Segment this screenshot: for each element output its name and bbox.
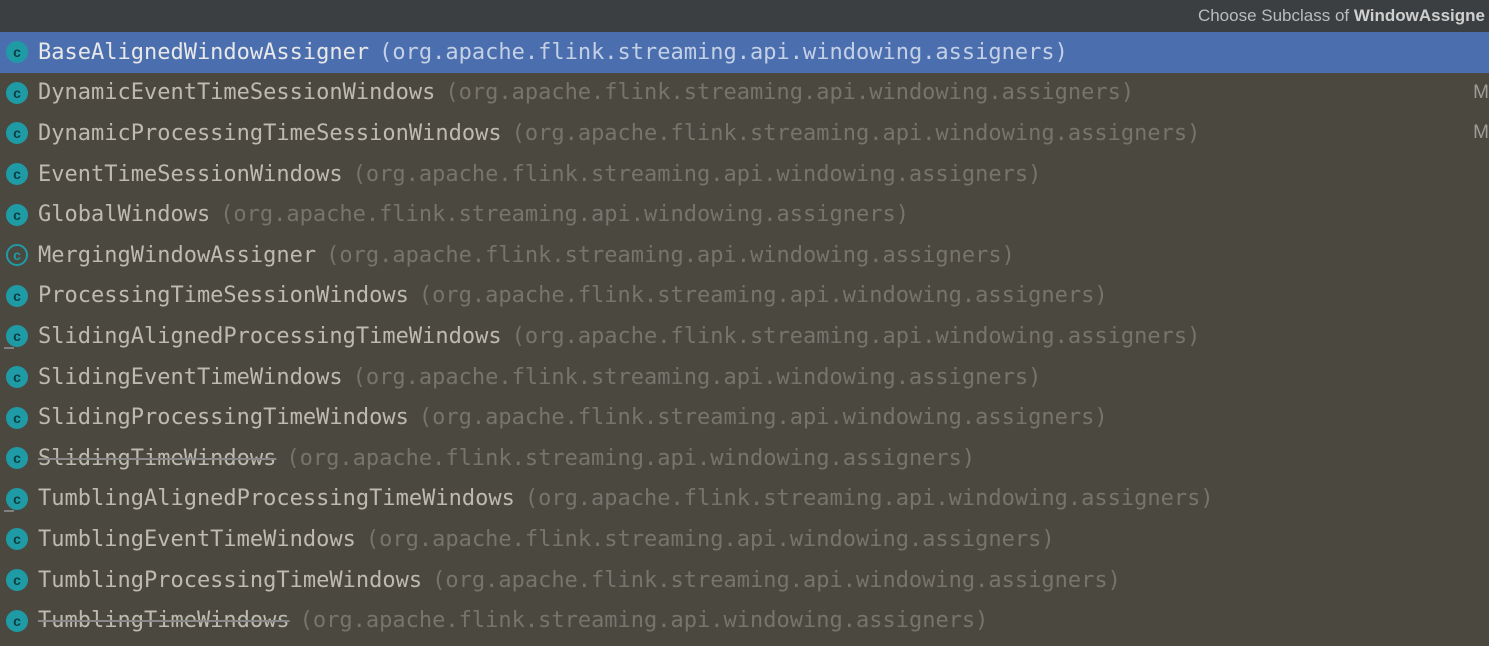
class-icon — [6, 366, 28, 388]
package-path: (org.apache.flink.streaming.api.windowin… — [353, 365, 1042, 390]
deprecated-badge-icon — [4, 347, 14, 349]
type-hint: M — [1465, 122, 1489, 144]
popup-title-prefix: Choose Subclass of — [1198, 6, 1354, 25]
package-path: (org.apache.flink.streaming.api.windowin… — [512, 324, 1201, 349]
list-item[interactable]: SlidingAlignedProcessingTimeWindows (org.… — [0, 316, 1489, 357]
class-icon — [6, 325, 28, 347]
package-path: (org.apache.flink.streaming.api.windowin… — [366, 527, 1055, 552]
class-name: GlobalWindows — [38, 202, 210, 227]
list-item[interactable]: ProcessingTimeSessionWindows (org.apache.… — [0, 276, 1489, 317]
list-item[interactable]: GlobalWindows (org.apache.flink.streaming… — [0, 194, 1489, 235]
package-path: (org.apache.flink.streaming.api.windowin… — [300, 608, 989, 633]
class-icon — [6, 407, 28, 429]
package-path: (org.apache.flink.streaming.api.windowin… — [286, 446, 975, 471]
list-item[interactable]: DynamicEventTimeSessionWindows (org.apach… — [0, 73, 1489, 114]
package-path: (org.apache.flink.streaming.api.windowin… — [445, 80, 1134, 105]
list-item[interactable]: TumblingAlignedProcessingTimeWindows (org… — [0, 479, 1489, 520]
class-icon — [6, 41, 28, 63]
package-path: (org.apache.flink.streaming.api.windowin… — [379, 40, 1068, 65]
list-item[interactable]: SlidingEventTimeWindows (org.apache.flink… — [0, 357, 1489, 398]
list-item[interactable]: TumblingTimeWindows (org.apache.flink.str… — [0, 600, 1489, 641]
class-icon — [6, 488, 28, 510]
class-name: EventTimeSessionWindows — [38, 162, 343, 187]
list-item[interactable]: TumblingProcessingTimeWindows (org.apache… — [0, 560, 1489, 601]
abstract-class-icon — [6, 244, 28, 266]
class-icon — [6, 204, 28, 226]
class-name: SlidingProcessingTimeWindows — [38, 405, 409, 430]
class-icon — [6, 122, 28, 144]
list-item[interactable]: SlidingProcessingTimeWindows (org.apache.… — [0, 397, 1489, 438]
package-path: (org.apache.flink.streaming.api.windowin… — [353, 162, 1042, 187]
class-name: SlidingAlignedProcessingTimeWindows — [38, 324, 502, 349]
package-path: (org.apache.flink.streaming.api.windowin… — [419, 283, 1108, 308]
package-path: (org.apache.flink.streaming.api.windowin… — [220, 202, 909, 227]
class-name: TumblingEventTimeWindows — [38, 527, 356, 552]
class-name: TumblingAlignedProcessingTimeWindows — [38, 486, 515, 511]
class-name: DynamicProcessingTimeSessionWindows — [38, 121, 502, 146]
class-name: ProcessingTimeSessionWindows — [38, 283, 409, 308]
type-hint: M — [1465, 82, 1489, 104]
package-path: (org.apache.flink.streaming.api.windowin… — [419, 405, 1108, 430]
subclass-list[interactable]: BaseAlignedWindowAssigner (org.apache.fli… — [0, 32, 1489, 641]
package-path: (org.apache.flink.streaming.api.windowin… — [432, 568, 1121, 593]
list-item[interactable]: BaseAlignedWindowAssigner (org.apache.fli… — [0, 32, 1489, 73]
class-icon — [6, 610, 28, 632]
list-item[interactable]: DynamicProcessingTimeSessionWindows (org.… — [0, 113, 1489, 154]
class-name: MergingWindowAssigner — [38, 243, 316, 268]
deprecated-badge-icon — [4, 510, 14, 512]
popup-title-classname: WindowAssigne — [1354, 6, 1485, 25]
class-icon — [6, 447, 28, 469]
package-path: (org.apache.flink.streaming.api.windowin… — [512, 121, 1201, 146]
popup-title: Choose Subclass of WindowAssigne — [0, 0, 1489, 32]
list-item[interactable]: SlidingTimeWindows (org.apache.flink.stre… — [0, 438, 1489, 479]
list-item[interactable]: TumblingEventTimeWindows (org.apache.flin… — [0, 519, 1489, 560]
class-name: DynamicEventTimeSessionWindows — [38, 80, 435, 105]
class-name: TumblingProcessingTimeWindows — [38, 568, 422, 593]
list-item[interactable]: EventTimeSessionWindows (org.apache.flink… — [0, 154, 1489, 195]
class-icon — [6, 528, 28, 550]
class-icon — [6, 285, 28, 307]
class-icon — [6, 569, 28, 591]
package-path: (org.apache.flink.streaming.api.windowin… — [326, 243, 1015, 268]
class-name: SlidingTimeWindows — [38, 446, 276, 471]
class-icon — [6, 82, 28, 104]
class-name: TumblingTimeWindows — [38, 608, 290, 633]
class-name: BaseAlignedWindowAssigner — [38, 40, 369, 65]
package-path: (org.apache.flink.streaming.api.windowin… — [525, 486, 1214, 511]
class-icon — [6, 163, 28, 185]
class-name: SlidingEventTimeWindows — [38, 365, 343, 390]
list-item[interactable]: MergingWindowAssigner (org.apache.flink.s… — [0, 235, 1489, 276]
